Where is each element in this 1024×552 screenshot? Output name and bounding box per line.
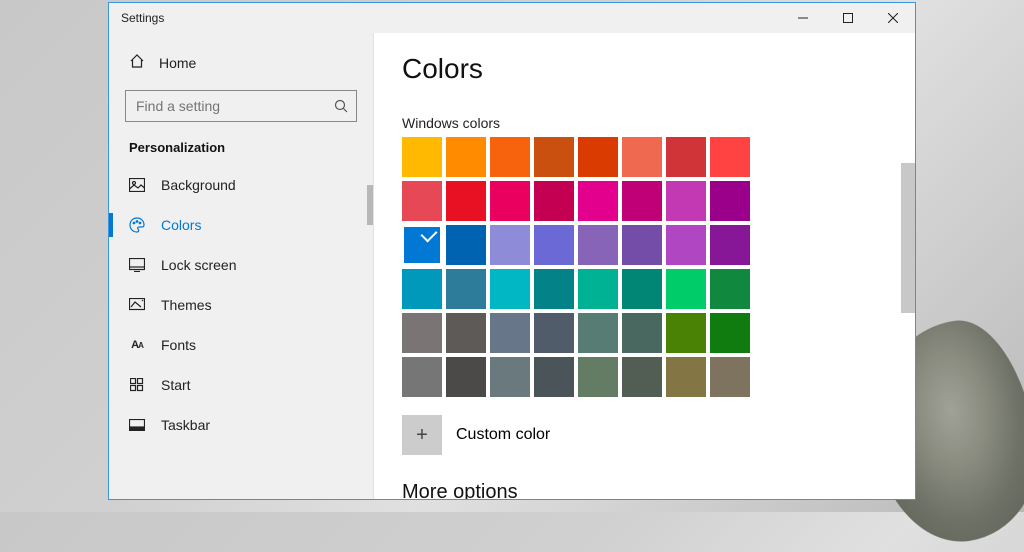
color-swatch[interactable] xyxy=(710,357,750,397)
nav-home[interactable]: Home xyxy=(109,45,373,80)
nav-item-label: Fonts xyxy=(161,337,196,353)
content-area: Colors Windows colors + Custom color Mor… xyxy=(374,33,915,499)
color-swatch[interactable] xyxy=(622,225,662,265)
color-swatch[interactable] xyxy=(490,269,530,309)
nav-item-label: Themes xyxy=(161,297,212,313)
color-swatch[interactable] xyxy=(402,137,442,177)
color-swatch[interactable] xyxy=(402,269,442,309)
color-swatch[interactable] xyxy=(402,181,442,221)
color-swatch[interactable] xyxy=(578,357,618,397)
maximize-icon xyxy=(843,13,853,23)
color-swatch[interactable] xyxy=(534,269,574,309)
color-swatch[interactable] xyxy=(446,137,486,177)
color-grid-label: Windows colors xyxy=(402,115,887,131)
nav-item-label: Background xyxy=(161,177,236,193)
taskbar-icon xyxy=(129,419,145,431)
custom-color-add[interactable]: + xyxy=(402,415,442,455)
color-swatch[interactable] xyxy=(578,181,618,221)
color-swatch[interactable] xyxy=(490,181,530,221)
custom-color-row[interactable]: + Custom color xyxy=(402,415,887,455)
color-swatch[interactable] xyxy=(622,269,662,309)
content-scrollbar-thumb[interactable] xyxy=(901,163,915,313)
color-swatch[interactable] xyxy=(622,137,662,177)
home-icon xyxy=(129,53,145,72)
sidebar-scrollbar-thumb[interactable] xyxy=(367,185,373,225)
nav-item-fonts[interactable]: AA Fonts xyxy=(109,325,373,365)
fonts-icon: AA xyxy=(129,339,145,351)
color-swatch[interactable] xyxy=(490,225,530,265)
nav-item-label: Start xyxy=(161,377,191,393)
nav-item-start[interactable]: Start xyxy=(109,365,373,405)
color-swatch[interactable] xyxy=(578,225,618,265)
search-box[interactable] xyxy=(125,90,357,122)
color-swatch[interactable] xyxy=(666,137,706,177)
search-input[interactable] xyxy=(136,98,334,114)
nav-item-taskbar[interactable]: Taskbar xyxy=(109,405,373,445)
color-swatch[interactable] xyxy=(710,269,750,309)
more-options-heading: More options xyxy=(402,481,887,499)
sidebar-section-title: Personalization xyxy=(109,136,373,165)
nav-item-themes[interactable]: Themes xyxy=(109,285,373,325)
color-swatch[interactable] xyxy=(578,269,618,309)
minimize-icon xyxy=(798,13,808,23)
nav-item-label: Colors xyxy=(161,217,201,233)
color-swatch[interactable] xyxy=(710,313,750,353)
color-swatch[interactable] xyxy=(534,137,574,177)
settings-window: Settings Home Personalization Back xyxy=(108,2,916,500)
color-swatch[interactable] xyxy=(666,181,706,221)
close-button[interactable] xyxy=(870,3,915,33)
nav-home-label: Home xyxy=(159,55,196,71)
color-swatch[interactable] xyxy=(710,225,750,265)
color-swatch[interactable] xyxy=(622,313,662,353)
themes-icon xyxy=(129,298,145,312)
color-swatch[interactable] xyxy=(622,181,662,221)
titlebar: Settings xyxy=(109,3,915,33)
maximize-button[interactable] xyxy=(825,3,870,33)
color-swatch[interactable] xyxy=(490,313,530,353)
color-swatch[interactable] xyxy=(534,313,574,353)
palette-icon xyxy=(129,217,145,233)
color-swatch[interactable] xyxy=(402,357,442,397)
sidebar: Home Personalization Background Colors Loc… xyxy=(109,33,374,499)
page-heading: Colors xyxy=(402,53,887,85)
close-icon xyxy=(888,13,898,23)
lockscreen-icon xyxy=(129,258,145,272)
color-swatch[interactable] xyxy=(534,357,574,397)
color-swatch[interactable] xyxy=(402,225,442,265)
plus-icon: + xyxy=(416,424,428,447)
color-swatch[interactable] xyxy=(490,137,530,177)
nav-item-colors[interactable]: Colors xyxy=(109,205,373,245)
nav-item-label: Lock screen xyxy=(161,257,236,273)
color-swatch[interactable] xyxy=(666,225,706,265)
color-swatch[interactable] xyxy=(490,357,530,397)
color-swatch[interactable] xyxy=(710,137,750,177)
start-icon xyxy=(129,378,145,392)
color-swatch[interactable] xyxy=(446,181,486,221)
color-grid xyxy=(402,137,750,397)
color-swatch[interactable] xyxy=(446,269,486,309)
nav-item-lock-screen[interactable]: Lock screen xyxy=(109,245,373,285)
nav-item-label: Taskbar xyxy=(161,417,210,433)
color-swatch[interactable] xyxy=(446,225,486,265)
window-title: Settings xyxy=(121,11,164,25)
color-swatch[interactable] xyxy=(534,181,574,221)
color-swatch[interactable] xyxy=(446,313,486,353)
minimize-button[interactable] xyxy=(780,3,825,33)
color-swatch[interactable] xyxy=(446,357,486,397)
nav-list: Background Colors Lock screen Themes AA Fonts… xyxy=(109,165,373,445)
color-swatch[interactable] xyxy=(666,357,706,397)
color-swatch[interactable] xyxy=(578,137,618,177)
color-swatch[interactable] xyxy=(534,225,574,265)
color-swatch[interactable] xyxy=(402,313,442,353)
color-swatch[interactable] xyxy=(666,313,706,353)
color-swatch[interactable] xyxy=(710,181,750,221)
color-swatch[interactable] xyxy=(666,269,706,309)
color-swatch[interactable] xyxy=(622,357,662,397)
custom-color-label: Custom color xyxy=(456,426,550,444)
search-icon xyxy=(334,99,348,113)
nav-item-background[interactable]: Background xyxy=(109,165,373,205)
image-icon xyxy=(129,178,145,192)
color-swatch[interactable] xyxy=(578,313,618,353)
